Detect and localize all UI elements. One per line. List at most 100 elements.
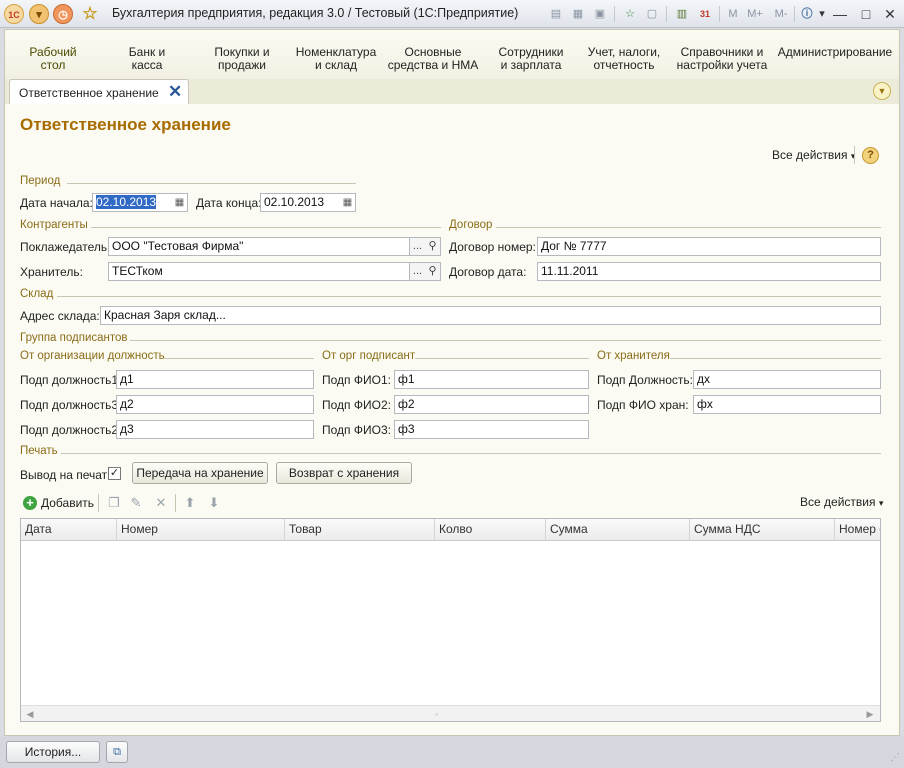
print-output-checkbox[interactable]: ✓ — [108, 467, 121, 480]
group-org-positions-title: От организации должность — [20, 350, 165, 362]
section-employees-salary[interactable]: Сотрудники и зарплата — [491, 46, 571, 72]
column-header-quantity[interactable]: Колво — [435, 519, 546, 541]
org-position-1-field[interactable]: д1 — [116, 370, 314, 389]
org-position-3-field[interactable]: д2 — [116, 395, 314, 414]
group-divider — [130, 340, 881, 341]
group-divider — [415, 358, 589, 359]
warehouse-address-label: Адрес склада: — [20, 309, 100, 323]
memory-plus-button[interactable]: M+ — [745, 5, 765, 23]
keeper-field[interactable]: ТЕСТком — [108, 262, 410, 281]
group-divider — [67, 183, 356, 184]
move-down-arrow-icon[interactable]: ⬇ — [206, 495, 222, 511]
add-favorite-icon[interactable]: ☆ — [622, 5, 638, 23]
section-fixed-assets[interactable]: Основные средства и НМА — [385, 46, 481, 72]
org-signer-2-field[interactable]: ф2 — [394, 395, 589, 414]
org-position-2-field[interactable]: д3 — [116, 420, 314, 439]
form-area: Ответственное хранение Все действия ▾ ? … — [4, 104, 900, 736]
column-header-number[interactable]: Номер — [117, 519, 285, 541]
main-menu-button[interactable]: ▾ — [29, 4, 49, 24]
preview-icon[interactable]: ▣ — [592, 5, 608, 23]
contract-number-field[interactable]: Дог № 7777 — [537, 237, 881, 256]
toolbar-separator — [666, 6, 667, 22]
transfer-to-storage-button[interactable]: Передача на хранение — [132, 462, 268, 484]
save-icon[interactable]: ▤ — [548, 5, 564, 23]
section-purchases-sales[interactable]: Покупки и продажи — [197, 46, 287, 72]
column-header-vat-sum[interactable]: Сумма НДС — [690, 519, 835, 541]
info-icon[interactable]: ⓘ — [799, 5, 815, 23]
sections-panel: Рабочий стол Банк и касса Покупки и прод… — [4, 29, 900, 79]
delete-icon[interactable]: ✕ — [153, 495, 169, 511]
column-header-number-with[interactable]: Номер с — [835, 519, 880, 541]
form-all-actions-menu[interactable]: Все действия ▾ — [772, 148, 855, 162]
depositor-field[interactable]: ООО "Тестовая Фирма" — [108, 237, 410, 256]
section-nomenclature-warehouse[interactable]: Номенклатура и склад — [293, 46, 379, 72]
column-header-product[interactable]: Товар — [285, 519, 435, 541]
print-icon[interactable]: ▦ — [570, 5, 586, 23]
group-divider — [670, 358, 881, 359]
calendar-icon[interactable]: 31 — [697, 5, 713, 23]
warehouse-address-field[interactable]: Красная Заря склад... — [100, 306, 881, 325]
tab-close-icon[interactable]: ✕ — [168, 82, 182, 102]
section-administration[interactable]: Администрирование — [777, 46, 893, 59]
minimize-button[interactable]: — — [830, 4, 850, 24]
section-desktop[interactable]: Рабочий стол — [11, 46, 95, 72]
org-signer-1-field[interactable]: ф1 — [394, 370, 589, 389]
plus-icon: + — [23, 496, 37, 510]
keeper-search-icon[interactable]: ⚲ — [425, 262, 441, 281]
copy-icon[interactable]: ❐ — [106, 495, 122, 511]
contract-date-field[interactable]: 11.11.2011 — [537, 262, 881, 281]
window-title-bar: 1С ▾ ◷ ☆ Бухгалтерия предприятия, редакц… — [0, 0, 904, 28]
org-signer-3-field[interactable]: ф3 — [394, 420, 589, 439]
group-divider — [61, 453, 881, 454]
move-up-arrow-icon[interactable]: ⬆ — [182, 495, 198, 511]
start-date-field[interactable]: 02.10.2013 ▦ — [92, 193, 188, 212]
scroll-left-arrow-icon[interactable]: ◀ — [23, 707, 37, 721]
history-button[interactable]: История... — [6, 741, 100, 763]
toolbar-separator — [98, 494, 99, 512]
section-accounting-reports[interactable]: Учет, налоги, отчетность — [577, 46, 671, 72]
favorites-star-icon[interactable]: ☆ — [80, 4, 100, 24]
memory-m-button[interactable]: M — [726, 5, 740, 23]
resize-grip-icon[interactable]: ⋰ — [890, 752, 900, 763]
group-counterparties-title: Контрагенты — [20, 219, 88, 231]
scroll-right-arrow-icon[interactable]: ▶ — [863, 707, 877, 721]
link-icon[interactable]: ▢ — [644, 5, 660, 23]
table-all-actions-menu[interactable]: Все действия ▾ — [800, 495, 883, 509]
return-from-storage-button[interactable]: Возврат с хранения — [276, 462, 412, 484]
group-divider — [164, 358, 314, 359]
depositor-search-icon[interactable]: ⚲ — [425, 237, 441, 256]
help-button[interactable]: ? — [862, 147, 879, 164]
toolbar-separator — [794, 6, 795, 22]
org-signer-2-label: Подп ФИО2: — [322, 398, 391, 412]
info-menu-chevron-down-icon[interactable]: ▾ — [817, 5, 827, 23]
keeper-name-field[interactable]: фх — [693, 395, 881, 414]
storage-table[interactable]: Дата Номер Товар Колво Сумма Сумма НДС Н… — [20, 518, 881, 722]
maximize-button[interactable]: □ — [856, 4, 876, 24]
horizontal-scrollbar[interactable]: ◀ ◦ ▶ — [21, 705, 880, 721]
tab-responsible-storage[interactable]: Ответственное хранение ✕ — [9, 79, 189, 105]
section-directories-settings[interactable]: Справочники и настройки учета — [675, 46, 769, 72]
calendar-icon[interactable]: ▦ — [340, 195, 355, 210]
windows-list-icon[interactable]: ⧉ — [106, 741, 128, 763]
section-bank-cash[interactable]: Банк и касса — [109, 46, 185, 72]
calculator-icon[interactable]: ▥ — [674, 5, 690, 23]
org-position-3-label: Подп должность3: — [20, 398, 122, 412]
calendar-icon[interactable]: ▦ — [172, 195, 187, 210]
keeper-position-field[interactable]: дх — [693, 370, 881, 389]
close-window-button[interactable]: ✕ — [880, 4, 900, 24]
start-date-value: 02.10.2013 — [96, 195, 157, 209]
window-title: Бухгалтерия предприятия, редакция 3.0 / … — [112, 6, 519, 20]
edit-pencil-icon[interactable]: ✎ — [128, 495, 144, 511]
collapse-chevron-down-icon[interactable]: ▼ — [873, 82, 891, 100]
keeper-select-button[interactable]: ... — [410, 262, 426, 281]
depositor-select-button[interactable]: ... — [410, 237, 426, 256]
scroll-grip-icon[interactable]: ◦ — [435, 709, 438, 719]
all-actions-label: Все действия — [772, 148, 848, 162]
memory-minus-button[interactable]: M- — [771, 5, 791, 23]
column-header-sum[interactable]: Сумма — [546, 519, 690, 541]
keeper-name-label: Подп ФИО хран: — [597, 398, 689, 412]
end-date-field[interactable]: 02.10.2013 ▦ — [260, 193, 356, 212]
app-logo-icon[interactable]: 1С — [4, 4, 24, 24]
history-icon[interactable]: ◷ — [53, 4, 73, 24]
column-header-date[interactable]: Дата — [21, 519, 117, 541]
